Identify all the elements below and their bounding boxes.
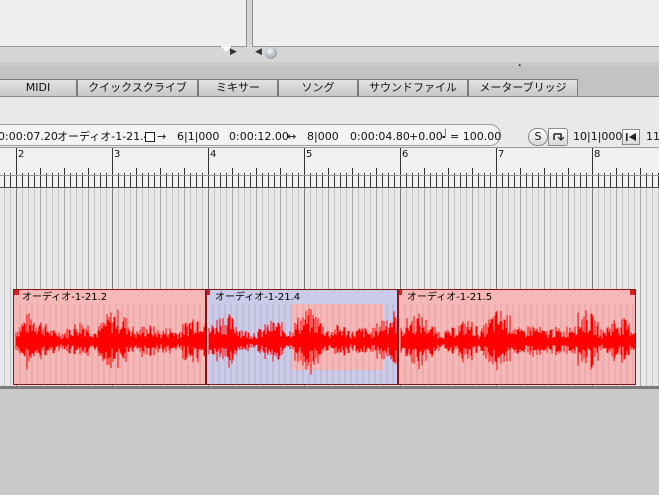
region-end-time[interactable]: 0:00:12.00 [229,130,289,143]
left-pane [0,0,247,47]
bar-number: 5 [306,149,313,160]
waveform [208,304,397,384]
waveform [400,304,635,384]
tab-meter-bridge[interactable]: メーターブリッジ [468,79,578,96]
tab-song[interactable]: ソング [278,79,358,96]
ruler-ticks [0,148,659,188]
region-label: オーディオ-1-21.5 [407,292,493,303]
region-corner-marker [14,290,19,295]
scroll-right-arrow-icon[interactable]: ▶ [230,48,237,57]
loop-back-icon [553,133,565,141]
solo-button-label: S [534,130,542,143]
region-start-time[interactable]: 0:00:07.20 [0,130,58,143]
empty-area [0,389,659,495]
region-label: オーディオ-1-21.2 [22,292,108,303]
tab-bar: MIDI クイックスクライブ ミキサー ソング サウンドファイル メーターブリッ… [0,66,659,99]
region-checkbox[interactable] [145,131,155,144]
locator-position[interactable]: 10|1|000 [573,130,622,143]
back-to-start-icon [626,133,636,141]
region-label: オーディオ-1-21.4 [215,292,301,303]
solo-button[interactable]: S [528,128,548,146]
right-pane [252,0,659,47]
bar-number: 2 [18,149,25,160]
region-length-position[interactable]: 8|000 [307,130,339,143]
tab-mixer[interactable]: ミキサー [198,79,278,96]
scroll-left-arrow-icon[interactable]: ◀ [255,48,262,57]
audio-region[interactable]: オーディオ-1-21.2 [13,289,206,385]
tab-sound-file[interactable]: サウンドファイル [358,79,468,96]
quarter-note-icon: ♩ [441,127,448,142]
overflow-value: 11 [646,130,659,143]
region-corner-marker [207,290,210,295]
pane-divider-knob[interactable] [265,47,277,59]
tab-quickscribe[interactable]: クイックスクライブ [77,79,198,96]
bar-number: 7 [498,149,505,160]
region-duration[interactable]: 0:00:04.80 [350,130,410,143]
region-start-position[interactable]: 6|1|000 [177,130,219,143]
waveform-trace [400,310,635,371]
bar-number: 3 [114,149,121,160]
arrow-right-icon: → [157,130,167,143]
length-arrows-icon: ↔ [287,130,297,143]
back-to-start-button[interactable] [622,129,640,145]
waveform [15,304,205,384]
region-name[interactable]: オーディオ-1-21.4 [57,130,151,143]
audio-region[interactable]: オーディオ-1-21.5 [398,289,636,385]
timeline-ruler[interactable] [0,147,659,188]
bar-number: 8 [594,149,601,160]
bar-number: 6 [402,149,409,160]
tempo-value[interactable]: = 100.00 [450,130,501,143]
region-corner-marker [630,290,635,295]
region-offset[interactable]: +0.00 [409,130,443,143]
tab-midi[interactable]: MIDI [0,79,77,96]
loop-back-button[interactable] [548,128,568,146]
region-corner-marker [399,290,402,295]
audio-region-selected[interactable]: オーディオ-1-21.4 [206,289,398,385]
bar-number: 4 [210,149,217,160]
